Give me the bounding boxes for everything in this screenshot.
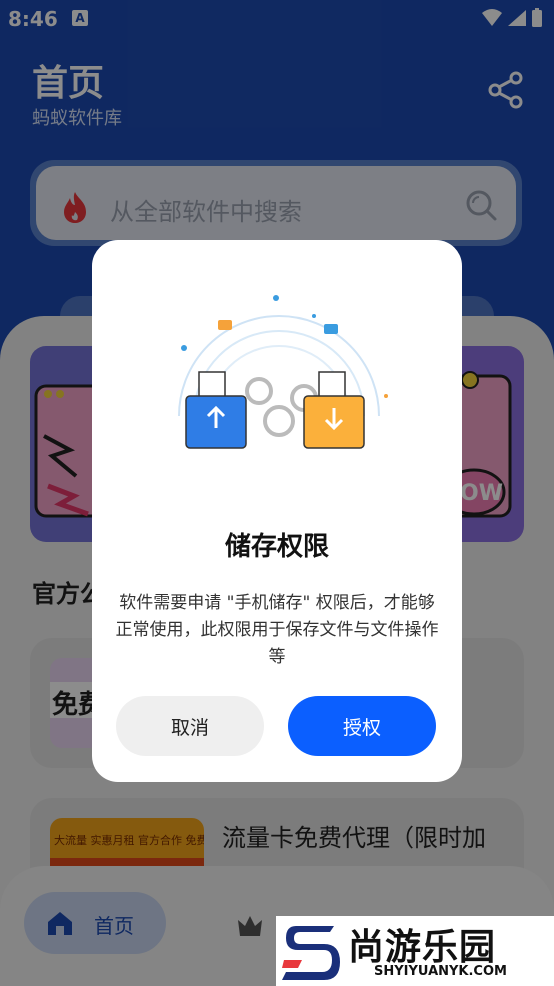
watermark-url: SHYIYUANYK.COM [374, 964, 507, 979]
storage-illustration [178, 295, 388, 449]
watermark-logo [282, 926, 340, 980]
dialog-message: 软件需要申请 "手机储存" 权限后，才能够正常使用，此权限用于保存文件与文件操作… [115, 593, 439, 667]
app-screen: 8:46 A 首页 蚂蚁软件库 从全部软件中搜索 OW 官方公 免费 大流量 实… [0, 0, 554, 986]
permission-dialog: 储存权限 软件需要申请 "手机储存" 权限后，才能够正常使用，此权限用于保存文件… [92, 240, 462, 782]
dialog-title: 储存权限 [224, 532, 329, 562]
grant-button[interactable]: 授权 [288, 696, 436, 756]
cancel-button[interactable]: 取消 [116, 696, 264, 756]
watermark-brand: 尚游乐园 [348, 927, 497, 968]
watermark: 尚游乐园 SHYIYUANYK.COM [276, 916, 554, 986]
